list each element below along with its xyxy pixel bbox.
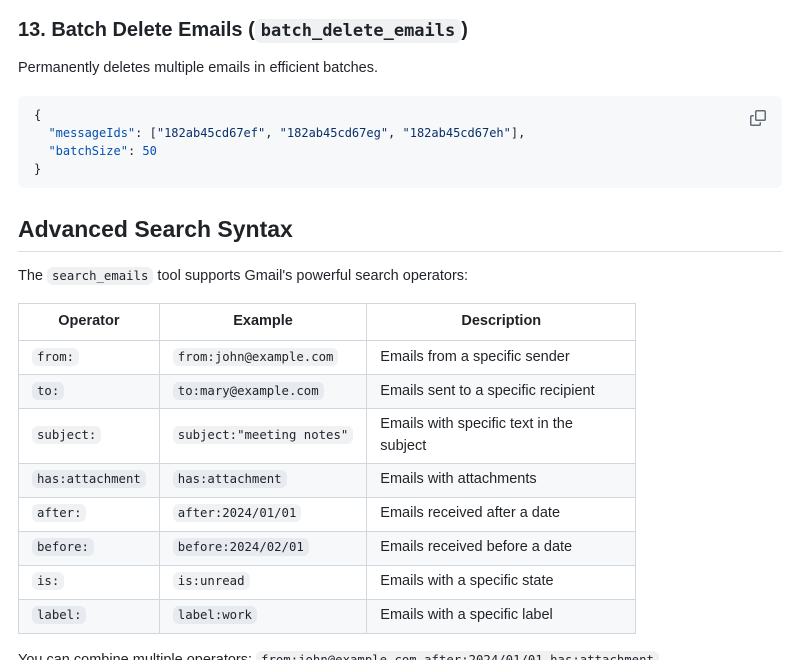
table-row: from: from:john@example.com Emails from a … (19, 341, 636, 375)
example-code: is:unread (173, 572, 250, 590)
operator-cell: from: (19, 341, 160, 375)
readme-document: 13. Batch Delete Emails (batch_delete_em… (18, 18, 782, 660)
column-header-operator: Operator (19, 304, 160, 341)
batch-delete-heading: 13. Batch Delete Emails (batch_delete_em… (18, 18, 782, 43)
search-emails-code: search_emails (47, 267, 153, 285)
operator-cell: to: (19, 375, 160, 409)
example-cell: label:work (159, 599, 367, 633)
combine-operators-code: from:john@example.com after:2024/01/01 h… (256, 651, 659, 660)
code-token-plain: } (34, 162, 41, 176)
batch-delete-description: Permanently deletes multiple emails in e… (18, 58, 782, 80)
operator-code: has:attachment (32, 470, 146, 488)
search-operators-table: Operator Example Description from: from:j… (18, 303, 636, 633)
table-header: Operator Example Description (19, 304, 636, 341)
description-cell: Emails received before a date (367, 531, 636, 565)
code-token-plain: : (128, 144, 142, 158)
example-cell: has:attachment (159, 463, 367, 497)
description-cell: Emails sent to a specific recipient (367, 375, 636, 409)
code-token-key: "messageIds" (48, 126, 135, 140)
operator-code: before: (32, 538, 94, 556)
description-cell: Emails with a specific state (367, 565, 636, 599)
table-row: after: after:2024/01/01 Emails received af… (19, 497, 636, 531)
example-cell: from:john@example.com (159, 341, 367, 375)
example-code: before:2024/02/01 (173, 538, 309, 556)
json-code-content: { "messageIds": ["182ab45cd67ef", "182ab… (34, 106, 766, 178)
example-cell: to:mary@example.com (159, 375, 367, 409)
operator-code: label: (32, 606, 86, 624)
column-header-description: Description (367, 304, 636, 341)
code-token-plain: : [ (135, 126, 157, 140)
search-intro-suffix: tool supports Gmail's powerful search op… (153, 268, 468, 284)
json-code-block: { "messageIds": ["182ab45cd67ef", "182ab… (18, 96, 782, 188)
description-cell: Emails with specific text in the subject (367, 409, 636, 464)
code-token-plain: { (34, 108, 48, 140)
operator-cell: after: (19, 497, 160, 531)
example-code: to:mary@example.com (173, 382, 324, 400)
operator-code: from: (32, 348, 79, 366)
table-row: label: label:work Emails with a specific l… (19, 599, 636, 633)
table-body: from: from:john@example.com Emails from a … (19, 341, 636, 634)
example-code: has:attachment (173, 470, 287, 488)
code-token-plain: , (388, 126, 402, 140)
code-token-string: "182ab45cd67eh" (403, 126, 511, 140)
example-code: label:work (173, 606, 257, 624)
table-header-row: Operator Example Description (19, 304, 636, 341)
operator-code: is: (32, 572, 64, 590)
example-cell: subject:"meeting notes" (159, 409, 367, 464)
advanced-search-heading: Advanced Search Syntax (18, 215, 782, 252)
code-token-string: "182ab45cd67ef" (157, 126, 265, 140)
example-code: from:john@example.com (173, 348, 339, 366)
operator-code: to: (32, 382, 64, 400)
example-cell: after:2024/01/01 (159, 497, 367, 531)
description-cell: Emails with attachments (367, 463, 636, 497)
table-row: to: to:mary@example.com Emails sent to a s… (19, 375, 636, 409)
copy-icon (750, 110, 766, 126)
batch-delete-heading-suffix: ) (461, 19, 468, 41)
description-cell: Emails with a specific label (367, 599, 636, 633)
operator-cell: has:attachment (19, 463, 160, 497)
operator-cell: is: (19, 565, 160, 599)
search-intro-prefix: The (18, 268, 47, 284)
operator-cell: subject: (19, 409, 160, 464)
example-code: subject:"meeting notes" (173, 426, 354, 444)
description-cell: Emails from a specific sender (367, 341, 636, 375)
combine-operators-note: You can combine multiple operators: from… (18, 650, 782, 660)
operator-cell: label: (19, 599, 160, 633)
copy-code-button[interactable] (744, 104, 772, 132)
table-row: is: is:unread Emails with a specific state (19, 565, 636, 599)
column-header-example: Example (159, 304, 367, 341)
search-intro: The search_emails tool supports Gmail's … (18, 266, 782, 288)
code-token-plain: , (265, 126, 279, 140)
code-token-number: 50 (142, 144, 156, 158)
batch-delete-heading-code: batch_delete_emails (255, 19, 461, 43)
operator-code: subject: (32, 426, 101, 444)
example-cell: is:unread (159, 565, 367, 599)
example-cell: before:2024/02/01 (159, 531, 367, 565)
table-row: subject: subject:"meeting notes" Emails wi… (19, 409, 636, 464)
combine-note-text: You can combine multiple operators: (18, 652, 256, 660)
example-code: after:2024/01/01 (173, 504, 302, 522)
table-row: before: before:2024/02/01 Emails received … (19, 531, 636, 565)
code-token-string: "182ab45cd67eg" (280, 126, 388, 140)
operator-code: after: (32, 504, 86, 522)
table-row: has:attachment has:attachment Emails with … (19, 463, 636, 497)
description-cell: Emails received after a date (367, 497, 636, 531)
operator-cell: before: (19, 531, 160, 565)
batch-delete-heading-text: 13. Batch Delete Emails ( (18, 19, 255, 41)
code-token-key: "batchSize" (48, 144, 127, 158)
